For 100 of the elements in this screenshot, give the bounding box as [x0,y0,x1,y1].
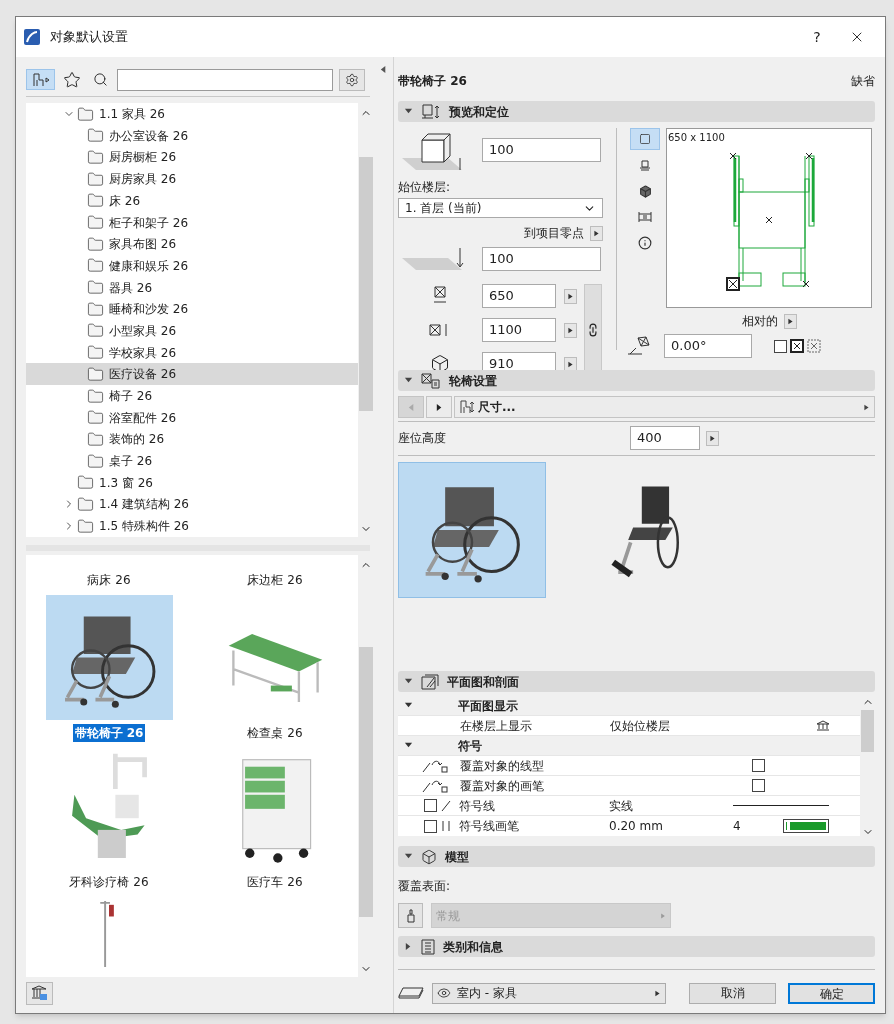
chair-dimension-icon [459,400,475,414]
offset-field[interactable]: 100 [482,247,601,271]
tree-item[interactable]: 柜子和架子 26 [26,211,358,234]
plan-section-icon [421,673,439,690]
elevation-icon [639,159,651,171]
ok-button[interactable]: 确定 [788,982,875,1004]
tree-item[interactable]: 装饰的 26 [26,428,358,451]
tree-item[interactable]: 椅子 26 [26,385,358,407]
menu-arrow-button[interactable] [564,288,577,304]
tree-item[interactable]: 学校家具 26 [26,341,358,364]
tree-item[interactable]: 1.1 家具 26 [26,103,358,125]
tree-item[interactable]: 办公室设备 26 [26,124,358,147]
section-header[interactable]: 轮椅设置 [398,370,875,391]
menu-arrow-button[interactable] [564,322,577,338]
folder-icon [87,387,104,405]
checkbox[interactable] [424,799,437,812]
pen-color-swatch[interactable] [783,819,829,833]
tree-item[interactable]: 桌子 26 [26,450,358,472]
square-icon [639,133,651,145]
next-page-button[interactable] [426,396,452,418]
preview-size-label: 650 x 1100 [668,131,725,145]
layer-dropdown[interactable]: 室内 - 家具 [432,982,666,1004]
tree-item[interactable]: 浴室配件 26 [26,406,358,429]
window-title: 对象默认设置 [50,28,128,47]
star-icon [63,70,81,89]
anchor-option-icon[interactable] [774,339,787,353]
tree-item[interactable]: 健康和娱乐 26 [26,255,358,277]
checkbox[interactable] [424,819,437,833]
visibility-icon [437,986,451,1000]
folder-icon [87,170,104,188]
angle-field[interactable]: 0.00° [664,334,752,358]
library-manager-button[interactable] [26,981,53,1005]
collapse-triangle-icon [404,107,413,116]
section-header[interactable]: 预览和定位 [398,101,875,122]
right-triangle-icon [786,317,794,325]
object-settings-icon [421,372,441,389]
depth-field[interactable]: 1100 [482,318,556,342]
folder-icon [87,148,104,166]
anchor-option-icon[interactable] [790,339,804,353]
property-value: 仅始位楼层 [610,717,671,735]
folder-icon [87,257,104,275]
model-cube-icon [421,848,437,865]
wheelchair-style-option[interactable] [398,462,546,598]
document-icon [421,938,435,955]
folder-icon [87,235,104,253]
property-value: 0.20 mm [609,818,664,835]
chair-icon [31,72,50,87]
seat-height-label: 座位高度 [398,430,447,447]
line-icon [441,799,451,812]
tree-item[interactable]: 床 26 [26,190,358,212]
collapse-triangle-icon [403,701,413,710]
search-field[interactable] [117,68,333,91]
settings-button[interactable] [339,68,365,91]
section-header[interactable]: 模型 [398,846,875,867]
settings-icon [345,72,359,87]
tree-item[interactable]: 1.5 特殊构件 26 [26,515,358,537]
folder-icon [87,279,104,297]
tree-item[interactable]: 睡椅和沙发 26 [26,298,358,321]
folder-icon [87,452,104,470]
right-triangle-icon [567,360,574,368]
collapse-triangle-icon [404,677,413,686]
tree-item[interactable]: 家具布图 26 [26,233,358,256]
seat-height-field[interactable]: 400 [630,426,700,450]
section-header[interactable]: 类别和信息 [398,936,875,957]
object-type-button[interactable] [26,69,55,91]
folder-icon [87,127,104,145]
menu-arrow-button[interactable] [706,430,719,446]
help-button[interactable]: ? [797,22,837,52]
preview-position-icon [421,103,441,120]
folder-icon [87,344,104,362]
tree-item[interactable]: 厨房家具 26 [26,168,358,190]
tree-item[interactable]: 器具 26 [26,276,358,299]
menu-arrow-button[interactable] [590,225,603,241]
object-name: 检查桌 26 [246,724,304,742]
folder-icon [87,322,104,340]
settings-page-dropdown[interactable]: 尺寸... [454,396,875,418]
tree-item[interactable]: 1.3 窗 26 [26,471,358,494]
tree-item[interactable]: 医疗设备 26 [26,363,358,386]
section-header[interactable]: 平面图和剖面 [398,671,875,692]
tree-item[interactable]: 1.4 建筑结构 26 [26,493,358,516]
building-icon [816,719,830,732]
checkbox[interactable] [752,759,765,772]
property-label: 覆盖对象的画笔 [460,777,545,795]
folder-icon [77,474,94,492]
folder-icon [87,300,104,318]
right-triangle-icon [434,402,444,412]
checkbox[interactable] [752,779,765,792]
folder-icon [87,192,104,210]
width-icon [432,286,448,306]
width-field[interactable]: 650 [482,284,556,308]
collapse-triangle-icon [403,741,413,750]
offset-field[interactable]: 100 [482,138,601,162]
home-story-dropdown[interactable]: 1. 首层 (当前) [398,198,603,218]
menu-arrow-button[interactable] [783,313,797,329]
tree-item[interactable]: 厨房橱柜 26 [26,146,358,169]
brush-button[interactable] [398,903,423,928]
app-logo-icon [24,29,40,45]
cancel-button[interactable]: 取消 [689,982,776,1004]
tree-item[interactable]: 小型家具 26 [26,320,358,342]
view-mode-button[interactable] [630,128,660,150]
